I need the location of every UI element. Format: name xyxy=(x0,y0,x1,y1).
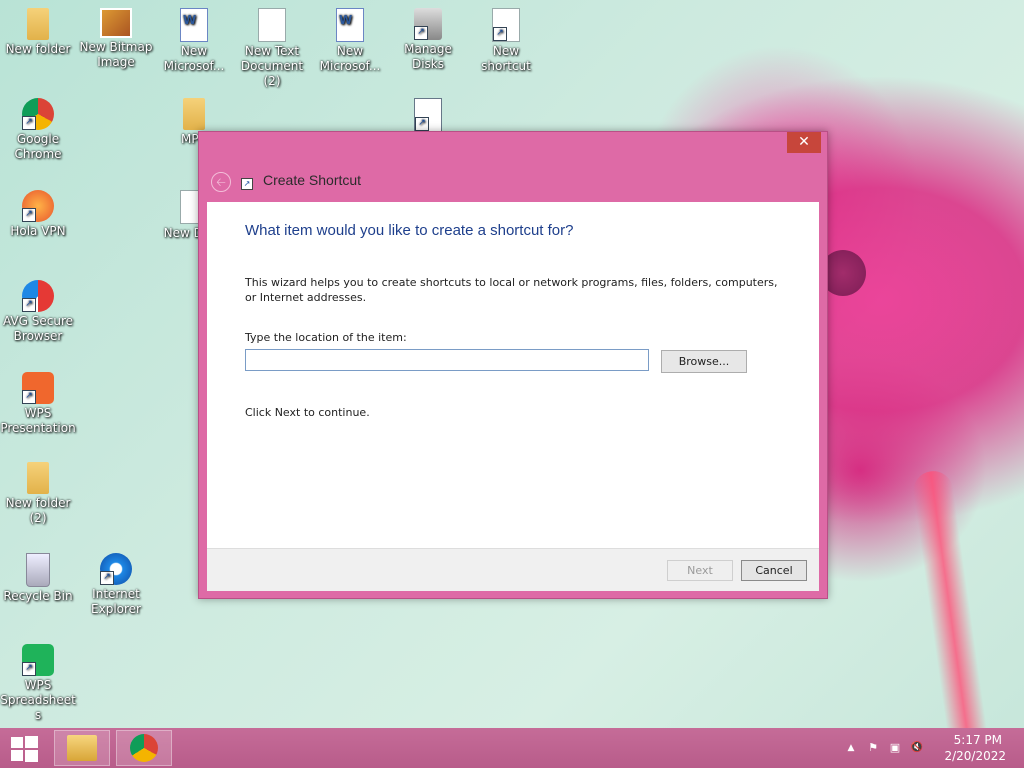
shortcut-arrow-icon: ↗ xyxy=(22,116,36,130)
window-shortcut-icon: ↗ xyxy=(414,98,442,132)
shortcut-arrow-icon: ↗ xyxy=(100,571,114,585)
volume-muted-icon[interactable]: 🔇 xyxy=(910,741,924,755)
taskbar-app-file-explorer[interactable] xyxy=(54,730,110,766)
wizard-description: This wizard helps you to create shortcut… xyxy=(245,276,778,304)
chrome-icon xyxy=(130,734,158,762)
folder-icon xyxy=(27,8,49,40)
wps-presentation-icon: ↗ xyxy=(22,372,54,404)
wizard-heading: What item would you like to create a sho… xyxy=(245,222,574,239)
word-document-icon xyxy=(180,8,208,42)
shortcut-arrow-icon: ↗ xyxy=(414,26,428,40)
shortcut-arrow-icon: ↗ xyxy=(22,662,36,676)
hola-vpn-icon: ↗ xyxy=(22,190,54,222)
wizard-footer: Next Cancel xyxy=(207,548,819,591)
action-center-flag-icon[interactable]: ⚑ xyxy=(866,741,880,755)
file-explorer-icon xyxy=(67,735,97,761)
cancel-button[interactable]: Cancel xyxy=(741,560,807,581)
shortcut-file-icon: ↗ xyxy=(492,8,520,42)
desktop-icon-new-microsoft-word-2[interactable]: New Microsof... xyxy=(312,8,388,74)
start-button[interactable] xyxy=(10,736,38,762)
desktop-icon-manage-disks[interactable]: ↗ Manage Disks xyxy=(390,8,466,72)
browse-button[interactable]: Browse... xyxy=(661,350,747,373)
recycle-bin-icon xyxy=(26,553,50,587)
internet-explorer-icon: ↗ xyxy=(100,553,132,585)
desktop-icon-label: New Bitmap Image xyxy=(79,40,153,69)
taskbar: ▲ ⚑ ▣ 🔇 5:17 PM 2/20/2022 xyxy=(0,728,1024,768)
word-document-icon xyxy=(336,8,364,42)
chrome-icon: ↗ xyxy=(22,98,54,130)
shortcut-arrow-icon: ↗ xyxy=(415,117,429,131)
disk-management-icon: ↗ xyxy=(414,8,442,40)
clock-time[interactable]: 5:17 PM xyxy=(954,733,1002,747)
location-label: Type the location of the item: xyxy=(245,331,407,344)
close-button[interactable]: ✕ xyxy=(787,132,821,153)
desktop-icon-wps-presentation[interactable]: ↗ WPS Presentation xyxy=(0,372,76,436)
desktop-icon-label: WPS Presentation xyxy=(0,406,76,435)
desktop-icon-label: New Microsof... xyxy=(319,44,381,73)
desktop-icon-label: WPS Spreadsheets xyxy=(0,678,76,722)
folder-icon xyxy=(183,98,205,130)
taskbar-app-google-chrome[interactable] xyxy=(116,730,172,766)
desktop-icon-label: New Microsof... xyxy=(163,44,225,73)
desktop-icon-new-microsoft-word-1[interactable]: New Microsof... xyxy=(156,8,232,74)
desktop-icon-new-folder-2[interactable]: New folder (2) xyxy=(0,462,76,526)
desktop-icon-label: Hola VPN xyxy=(10,224,66,238)
desktop-icon-label: New folder (2) xyxy=(5,496,71,525)
arrow-left-icon: 🡠 xyxy=(216,175,226,189)
windows-logo-pane xyxy=(11,750,23,761)
shortcut-arrow-icon: ↗ xyxy=(493,27,507,41)
location-input[interactable] xyxy=(245,349,649,371)
avg-browser-icon: ↗ xyxy=(22,280,54,312)
desktop-icon-new-shortcut[interactable]: ↗ New shortcut xyxy=(468,8,544,74)
folder-icon xyxy=(27,462,49,494)
desktop-icon-label: New shortcut xyxy=(481,44,531,73)
back-button[interactable]: 🡠 xyxy=(211,172,231,192)
clock-date[interactable]: 2/20/2022 xyxy=(944,749,1006,763)
windows-logo-icon xyxy=(11,737,23,748)
desktop-icon-new-folder[interactable]: New folder xyxy=(0,8,76,57)
desktop-icon-avg-secure-browser[interactable]: ↗ AVG Secure Browser xyxy=(0,280,76,344)
desktop-icon-new-text-document-2[interactable]: New Text Document (2) xyxy=(234,8,310,89)
shortcut-arrow-icon: ↗ xyxy=(22,208,36,222)
desktop-icon-recycle-bin[interactable]: Recycle Bin xyxy=(0,553,76,604)
close-icon: ✕ xyxy=(798,134,810,150)
desktop-icon-label: Manage Disks xyxy=(404,42,452,71)
desktop-icon-wps-spreadsheets[interactable]: ↗ WPS Spreadsheets xyxy=(0,644,76,723)
system-tray: ▲ ⚑ ▣ 🔇 5:17 PM 2/20/2022 xyxy=(844,728,1024,768)
windows-logo-pane xyxy=(25,736,38,748)
windows-logo-pane xyxy=(25,750,38,762)
desktop-icon-label: Recycle Bin xyxy=(3,589,73,603)
show-hidden-icons-icon[interactable]: ▲ xyxy=(844,741,858,755)
network-icon[interactable]: ▣ xyxy=(888,741,902,755)
bitmap-image-icon xyxy=(100,8,132,38)
shortcut-arrow-icon: ↗ xyxy=(22,298,36,312)
shortcut-wizard-icon: ↗ xyxy=(241,178,253,190)
continue-instruction: Click Next to continue. xyxy=(245,406,370,419)
desktop-icon-label: AVG Secure Browser xyxy=(2,314,74,343)
desktop-icon-label: New folder xyxy=(5,42,71,56)
next-button[interactable]: Next xyxy=(667,560,733,581)
text-document-icon xyxy=(258,8,286,42)
desktop-icon-hola-vpn[interactable]: ↗ Hola VPN xyxy=(0,190,76,239)
wallpaper-flower-stem xyxy=(910,468,990,752)
desktop-icon-label: New Text Document (2) xyxy=(240,44,304,88)
wizard-header: 🡠 ↗ Create Shortcut xyxy=(199,168,827,194)
desktop-icon-google-chrome[interactable]: ↗ Google Chrome xyxy=(0,98,76,162)
wps-spreadsheets-icon: ↗ xyxy=(22,644,54,676)
desktop-icon-new-bitmap-image[interactable]: New Bitmap Image xyxy=(78,8,154,70)
desktop-icon-manage-shortcut-2[interactable]: ↗ xyxy=(390,98,466,134)
dialog-title: Create Shortcut xyxy=(263,172,362,188)
desktop-icon-label: Google Chrome xyxy=(14,132,62,161)
desktop-icon-label: Internet Explorer xyxy=(91,587,141,616)
wizard-content: What item would you like to create a sho… xyxy=(207,202,819,548)
create-shortcut-dialog: ✕ 🡠 ↗ Create Shortcut What item would yo… xyxy=(198,131,828,599)
shortcut-arrow-icon: ↗ xyxy=(22,390,36,404)
desktop-icon-internet-explorer[interactable]: ↗ Internet Explorer xyxy=(78,553,154,617)
